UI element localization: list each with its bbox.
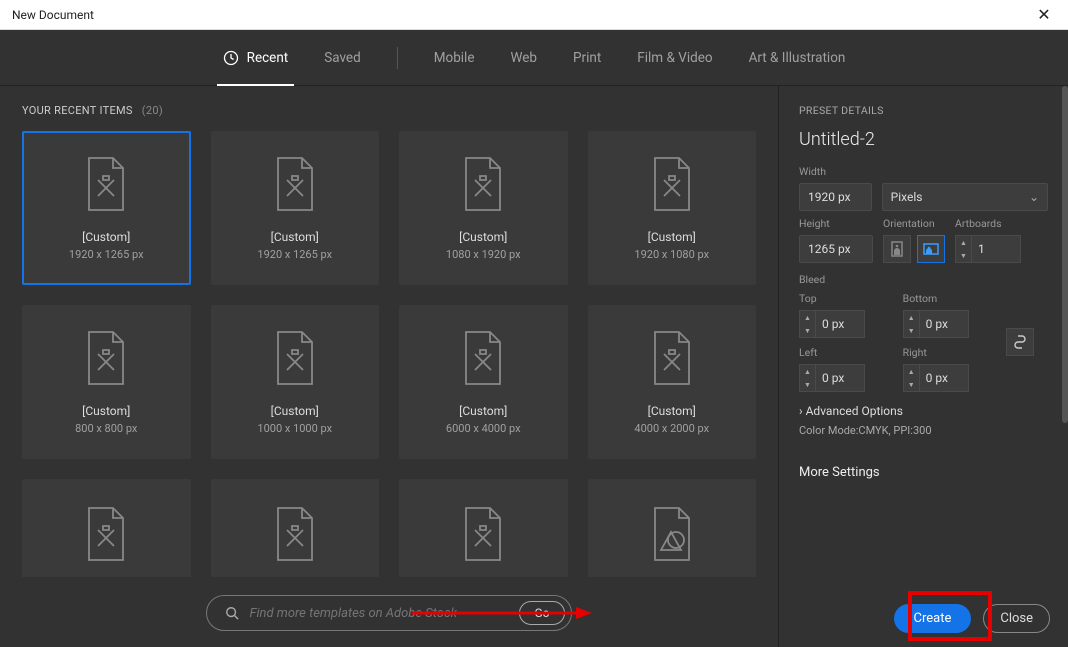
color-mode-info: Color Mode:CMYK, PPI:300 bbox=[799, 424, 1048, 437]
preset-card[interactable] bbox=[211, 479, 380, 577]
create-button[interactable]: Create bbox=[894, 604, 972, 633]
shape-icon bbox=[649, 506, 695, 562]
orientation-portrait[interactable] bbox=[883, 235, 911, 263]
tab-art[interactable]: Art & Illustration bbox=[749, 30, 846, 86]
bleed-left-stepper[interactable]: ▲▼ bbox=[799, 364, 879, 392]
chevron-down-icon[interactable]: ▼ bbox=[956, 249, 971, 262]
close-button[interactable]: Close bbox=[983, 604, 1050, 633]
tab-web[interactable]: Web bbox=[511, 30, 538, 86]
document-name-input[interactable]: Untitled-2 bbox=[799, 129, 1048, 151]
orientation-label: Orientation bbox=[883, 217, 945, 230]
preset-card[interactable]: [Custom] 6000 x 4000 px bbox=[399, 305, 568, 459]
titlebar: New Document ✕ bbox=[0, 0, 1068, 30]
tab-saved[interactable]: Saved bbox=[324, 30, 361, 86]
bleed-bottom-stepper[interactable]: ▲▼ bbox=[903, 310, 983, 338]
document-icon bbox=[460, 156, 506, 212]
search-input[interactable] bbox=[249, 606, 509, 621]
preset-card[interactable]: [Custom] 1920 x 1265 px bbox=[211, 131, 380, 285]
window-title: New Document bbox=[12, 8, 94, 22]
height-label: Height bbox=[799, 217, 873, 230]
bleed-right-label: Right bbox=[903, 346, 983, 359]
tab-divider bbox=[397, 47, 398, 69]
preset-card[interactable] bbox=[22, 479, 191, 577]
close-icon[interactable]: ✕ bbox=[1032, 5, 1056, 24]
preset-card[interactable]: [Custom] 1920 x 1080 px bbox=[588, 131, 757, 285]
artboards-input[interactable] bbox=[971, 235, 1021, 263]
preset-card[interactable]: [Custom] 1000 x 1000 px bbox=[211, 305, 380, 459]
document-icon bbox=[460, 506, 506, 562]
preset-details-panel: PRESET DETAILS Untitled-2 Width 1920 px … bbox=[778, 86, 1068, 647]
preset-card[interactable]: [Custom] 4000 x 2000 px bbox=[588, 305, 757, 459]
search-pill[interactable]: Go bbox=[206, 595, 571, 631]
link-bleed-button[interactable] bbox=[1006, 328, 1034, 356]
preset-card[interactable]: [Custom] 800 x 800 px bbox=[22, 305, 191, 459]
bleed-label: Bleed bbox=[799, 273, 1048, 286]
tab-print[interactable]: Print bbox=[573, 30, 601, 86]
scrollbar[interactable] bbox=[1062, 86, 1068, 423]
document-icon bbox=[272, 506, 318, 562]
chevron-down-icon: ⌄ bbox=[1029, 190, 1039, 204]
orientation-landscape[interactable] bbox=[917, 235, 945, 263]
bleed-top-stepper[interactable]: ▲▼ bbox=[799, 310, 879, 338]
tab-recent-label: Recent bbox=[247, 50, 289, 66]
document-icon bbox=[83, 506, 129, 562]
artboards-stepper[interactable]: ▲▼ bbox=[955, 235, 1021, 263]
height-input[interactable]: 1265 px bbox=[799, 235, 873, 263]
bleed-right-stepper[interactable]: ▲▼ bbox=[903, 364, 983, 392]
presets-panel: YOUR RECENT ITEMS (20) [Custom] 1920 x 1… bbox=[0, 86, 778, 647]
preset-card[interactable] bbox=[399, 479, 568, 577]
go-button[interactable]: Go bbox=[519, 601, 564, 625]
clock-icon bbox=[223, 50, 239, 66]
link-icon bbox=[1014, 335, 1026, 349]
artboards-label: Artboards bbox=[955, 217, 1021, 230]
search-bar: Go bbox=[22, 595, 756, 631]
bleed-top-label: Top bbox=[799, 292, 879, 305]
preset-card[interactable] bbox=[588, 479, 757, 577]
tab-mobile[interactable]: Mobile bbox=[434, 30, 475, 86]
tab-recent[interactable]: Recent bbox=[223, 30, 289, 86]
preset-card[interactable]: [Custom] 1920 x 1265 px bbox=[22, 131, 191, 285]
document-icon bbox=[83, 156, 129, 212]
document-icon bbox=[649, 330, 695, 386]
search-icon bbox=[225, 606, 239, 620]
document-icon bbox=[272, 156, 318, 212]
details-header: PRESET DETAILS bbox=[799, 104, 1048, 117]
bleed-left-label: Left bbox=[799, 346, 879, 359]
preset-card[interactable]: [Custom] 1080 x 1920 px bbox=[399, 131, 568, 285]
document-icon bbox=[649, 156, 695, 212]
advanced-options-toggle[interactable]: Advanced Options bbox=[799, 404, 1048, 418]
category-tabs: Recent Saved Mobile Web Print Film & Vid… bbox=[0, 30, 1068, 86]
recent-items-header: YOUR RECENT ITEMS (20) bbox=[22, 104, 756, 117]
tab-film[interactable]: Film & Video bbox=[637, 30, 712, 86]
document-icon bbox=[460, 330, 506, 386]
document-icon bbox=[272, 330, 318, 386]
chevron-up-icon[interactable]: ▲ bbox=[956, 236, 971, 249]
width-input[interactable]: 1920 px bbox=[799, 183, 872, 211]
bleed-bottom-label: Bottom bbox=[903, 292, 983, 305]
width-label: Width bbox=[799, 165, 1048, 178]
unit-select[interactable]: Pixels ⌄ bbox=[882, 183, 1048, 211]
more-settings-button[interactable]: More Settings bbox=[799, 465, 1048, 480]
document-icon bbox=[83, 330, 129, 386]
